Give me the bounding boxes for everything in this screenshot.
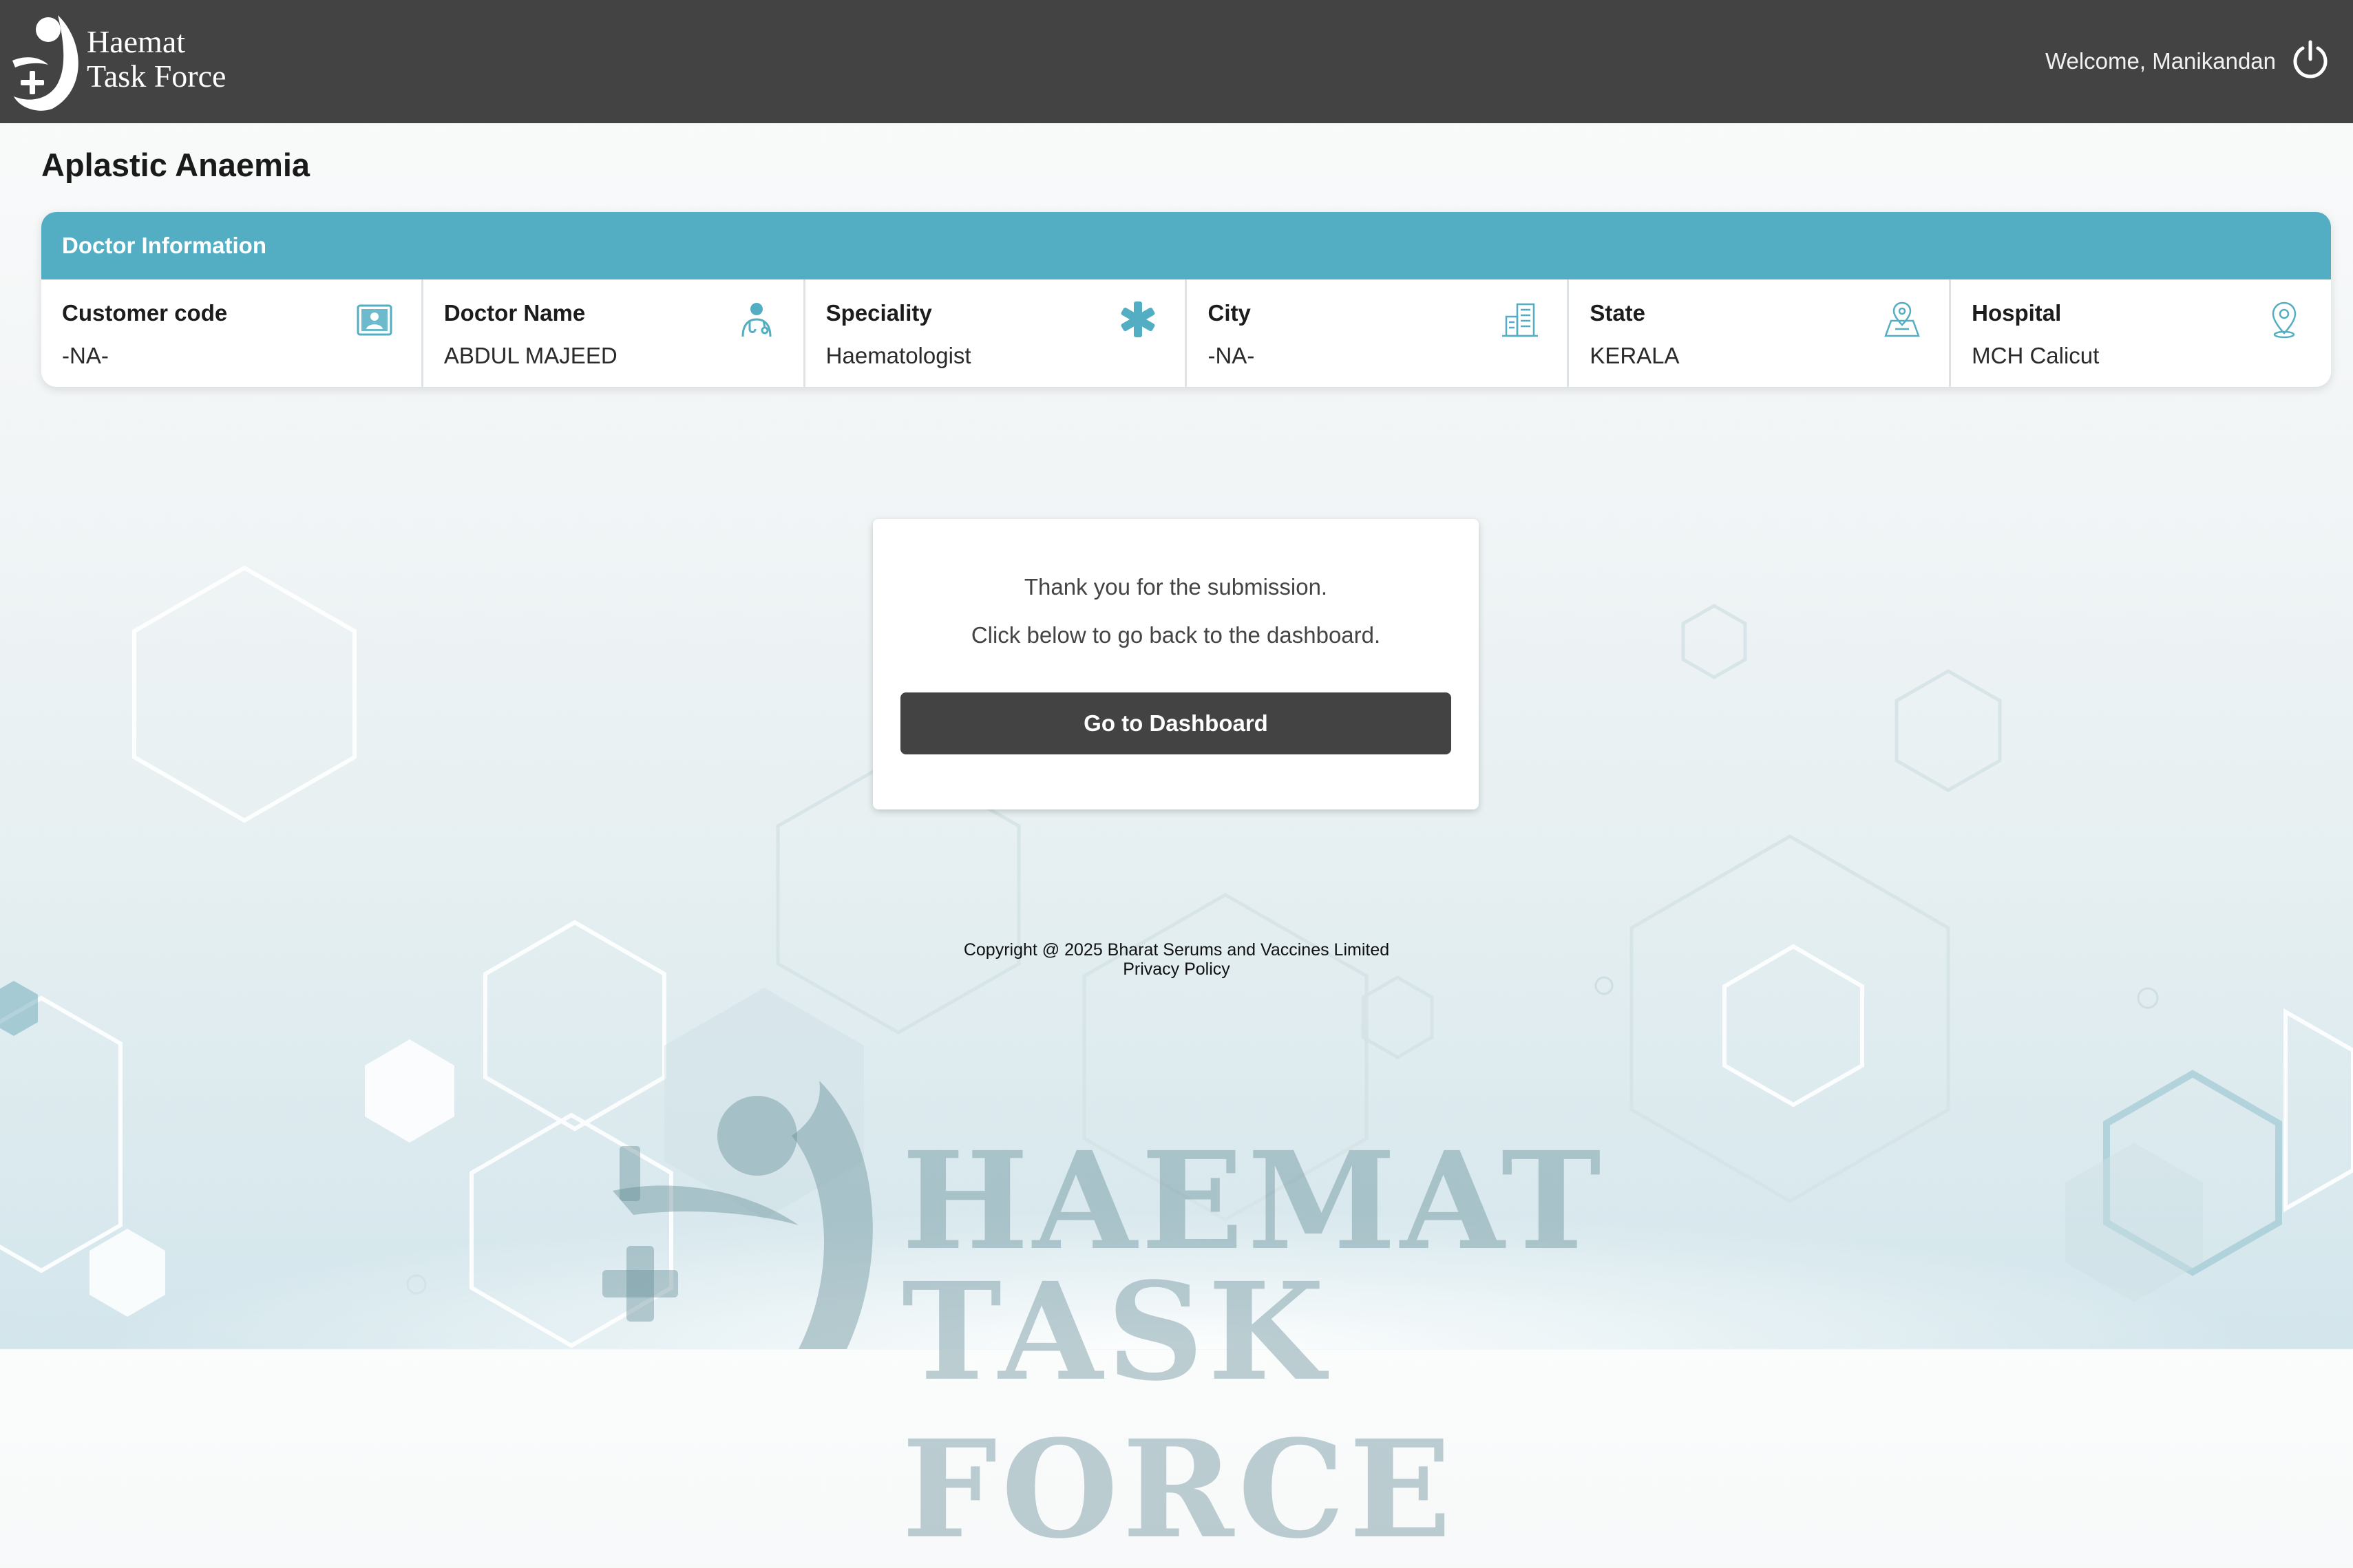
info-cell-doctor-name: Doctor Name ABDUL MAJEED [423,279,805,387]
confirmation-instruction: Click below to go back to the dashboard. [971,622,1381,648]
watermark-logo: HAEMAT TASK FORCE [592,1053,1762,1568]
doctor-name-label: Doctor Name [443,300,586,326]
logo-text-line1: Haemat [87,24,186,59]
logo-text-line2: Task Force [87,59,226,94]
state-value: KERALA [1590,343,1680,368]
hospital-value: MCH Calicut [1972,343,2100,368]
info-cell-city: City -NA- [1187,279,1570,387]
state-label: State [1590,300,1646,326]
customer-code-value: -NA- [62,343,109,368]
doctor-info-card: Doctor Information Customer code -NA- Do… [41,212,2331,387]
app-logo[interactable]: Haemat Task Force [10,11,244,111]
footer-copyright: Copyright @ 2025 Bharat Serums and Vacci… [963,940,1390,960]
power-icon[interactable] [2290,39,2331,80]
page-title: Aplastic Anaemia [41,147,310,183]
privacy-policy-link[interactable]: Privacy Policy [0,960,2353,979]
info-cell-state: State KERALA [1569,279,1952,387]
location-pin-icon [2272,301,2297,339]
building-icon [1502,303,1539,337]
customer-code-label: Customer code [62,300,228,326]
doctor-name-value: ABDUL MAJEED [443,343,618,368]
logo-figure-icon [12,15,78,111]
submission-confirmation-card: Thank you for the submission. Click belo… [873,519,1479,809]
city-value: -NA- [1207,343,1255,368]
doctor-icon [741,303,772,337]
map-icon [1884,301,1920,337]
hospital-label: Hospital [1972,300,2062,326]
city-label: City [1207,300,1251,326]
watermark-figure-icon [602,1081,873,1349]
info-cell-hospital: Hospital MCH Calicut [1951,279,2331,387]
info-cell-customer-code: Customer code -NA- [41,279,423,387]
go-to-dashboard-button[interactable]: Go to Dashboard [900,692,1451,754]
info-cell-speciality: Speciality Haematologist [805,279,1188,387]
medical-star-icon [1121,301,1155,337]
speciality-value: Haematologist [825,343,971,368]
welcome-text: Welcome, Manikandan [2045,48,2276,74]
doctor-info-heading: Doctor Information [41,212,2331,279]
id-card-icon [357,304,392,336]
top-navbar: Haemat Task Force Welcome, Manikandan [0,0,2353,123]
speciality-label: Speciality [825,300,932,326]
confirmation-message: Thank you for the submission. [1024,574,1328,600]
doctor-info-row: Customer code -NA- Doctor Name ABDUL MAJ… [41,279,2331,387]
watermark-line2: TASK FORCE [902,1253,1456,1568]
